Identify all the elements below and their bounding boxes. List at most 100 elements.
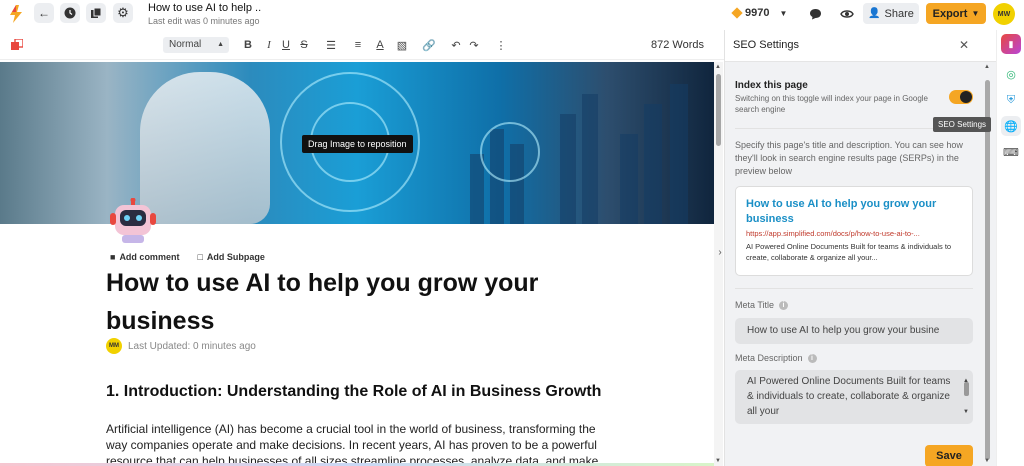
collapse-panel-button[interactable]: › <box>715 240 725 264</box>
meta-title-input[interactable]: How to use AI to help you grow your busi… <box>735 318 973 344</box>
credits-count: 9970 <box>745 7 770 19</box>
seo-instructions: Specify this page's title and descriptio… <box>735 140 963 176</box>
credit-diamond-icon <box>731 7 743 19</box>
more-button[interactable]: ⋮ <box>494 39 508 52</box>
scrollbar-thumb[interactable] <box>716 74 721 146</box>
doc-actions: ■ Add comment □ Add Subpage <box>110 252 265 262</box>
seo-settings-button[interactable]: 🌐 <box>1001 116 1021 136</box>
last-edit-status: Last edit was 0 minutes ago <box>148 16 260 26</box>
add-comment-button[interactable]: ■ Add comment <box>110 252 179 262</box>
preview-button[interactable] <box>838 5 856 23</box>
serp-preview: How to use AI to help you grow your busi… <box>735 186 973 276</box>
history-button[interactable] <box>60 3 80 23</box>
settings-button[interactable]: ⚙ <box>113 3 133 23</box>
shield-icon: ⛨ <box>1006 93 1016 106</box>
drag-image-tooltip: Drag Image to reposition <box>302 135 413 153</box>
link-button[interactable]: 🔗 <box>422 39 436 52</box>
scroll-up-icon[interactable]: ▲ <box>984 64 990 70</box>
highlight-icon: ▧ <box>396 40 408 52</box>
credits-dropdown[interactable]: 9970 ▼ <box>731 7 788 19</box>
user-avatar[interactable]: MW <box>993 3 1015 25</box>
page-title[interactable]: How to use AI to help you grow your busi… <box>106 264 606 340</box>
text-style-select[interactable]: Normal ▲ <box>163 37 229 53</box>
document-editor[interactable]: Drag Image to reposition ■ Add comment □ A… <box>0 62 714 466</box>
clock-icon <box>64 7 76 19</box>
strikethrough-button[interactable]: S <box>297 39 311 51</box>
add-subpage-button[interactable]: □ Add Subpage <box>197 252 264 262</box>
highlight-button[interactable]: ▧ <box>395 39 409 52</box>
divider <box>735 288 973 289</box>
scroll-down-icon[interactable]: ▼ <box>963 405 969 420</box>
text-color-button[interactable]: A <box>373 39 387 51</box>
scroll-up-icon[interactable]: ▲ <box>715 64 721 70</box>
document-title[interactable]: How to use AI to help .. <box>148 2 261 14</box>
duplicate-button[interactable] <box>86 3 106 23</box>
index-page-label: Index this page <box>735 80 808 91</box>
keyboard-icon: ⌨ <box>1003 146 1019 159</box>
chat-bubble-icon <box>809 9 821 20</box>
ai-assistant-button[interactable]: ▮ <box>1001 34 1021 54</box>
index-page-description: Switching on this toggle will index your… <box>735 94 929 114</box>
preview-description: AI Powered Online Documents Built for te… <box>746 242 952 262</box>
toggle-knob <box>960 91 972 103</box>
robot-emoji-icon[interactable] <box>110 198 156 244</box>
index-page-toggle[interactable] <box>949 90 973 104</box>
back-button[interactable]: ← <box>34 3 54 23</box>
format-toolbar: Normal ▲ B I U S ☰ ≡ A ▧ 🔗 ↶ ↷ ⋮ 872 Wor… <box>0 30 724 60</box>
scroll-down-icon[interactable]: ▼ <box>715 458 721 464</box>
top-bar: ← ⚙ How to use AI to help .. Last edit w… <box>0 0 1024 30</box>
list-icon: ☰ <box>326 40 336 52</box>
share-button[interactable]: 👤 Share <box>863 3 919 24</box>
more-vertical-icon: ⋮ <box>495 40 507 52</box>
right-tool-rail: ▮ ◎ ⛨ 🌐 ⌨ <box>996 30 1024 466</box>
textarea-scrollbar[interactable]: ▲ ▼ <box>963 374 970 420</box>
italic-button[interactable]: I <box>262 39 276 51</box>
preview-url: https://app.simplified.com/docs/p/how-to… <box>746 229 920 238</box>
plagiarism-button[interactable]: ⛨ <box>1001 90 1021 110</box>
section-heading[interactable]: 1. Introduction: Understanding the Role … <box>106 382 626 401</box>
add-user-icon: 👤 <box>868 8 881 19</box>
underline-button[interactable]: U <box>279 39 293 51</box>
chat-bubble-icon: ▮ <box>1008 38 1014 49</box>
meta-description-textarea[interactable]: AI Powered Online Documents Built for te… <box>735 370 973 424</box>
seo-settings-panel: › SEO Settings ✕ Index this page Switchi… <box>718 30 997 466</box>
undo-button[interactable]: ↶ <box>449 39 463 52</box>
cover-image[interactable]: Drag Image to reposition <box>0 62 714 224</box>
bold-button[interactable]: B <box>241 39 255 51</box>
align-left-icon: ≡ <box>354 39 362 51</box>
arrow-left-icon: ← <box>38 6 50 20</box>
scrollbar-thumb[interactable] <box>985 80 990 460</box>
info-icon[interactable]: i <box>807 353 817 363</box>
close-icon: ✕ <box>959 38 970 52</box>
simplified-logo-icon[interactable] <box>6 4 26 24</box>
export-button[interactable]: Export ▼ <box>926 3 986 24</box>
text-style-value: Normal <box>169 39 202 50</box>
target-icon: ◎ <box>1006 68 1016 81</box>
scrollbar-thumb[interactable] <box>964 382 969 396</box>
meta-title-label: Meta Title i <box>735 300 789 310</box>
editor-scrollbar[interactable]: ▲ ▼ <box>714 62 723 466</box>
pages-icon[interactable] <box>11 39 23 50</box>
panel-title: SEO Settings <box>733 39 800 51</box>
chevron-down-icon: ▼ <box>971 9 980 18</box>
panel-header: SEO Settings ✕ <box>725 30 997 62</box>
bullet-list-button[interactable]: ☰ <box>324 39 338 52</box>
close-button[interactable]: ✕ <box>959 38 969 52</box>
share-label: Share <box>884 7 914 20</box>
grammar-button[interactable]: ◎ <box>1001 64 1021 84</box>
eye-icon <box>840 10 854 18</box>
comments-button[interactable] <box>806 5 824 23</box>
chevron-right-icon: › <box>718 246 722 258</box>
info-icon[interactable]: i <box>779 300 789 310</box>
updown-arrow-icon: ▲ <box>217 41 224 48</box>
save-button[interactable]: Save <box>925 445 973 466</box>
redo-button[interactable]: ↷ <box>467 39 481 52</box>
scroll-down-icon[interactable]: ▼ <box>984 458 990 464</box>
link-icon: 🔗 <box>422 40 436 52</box>
chevron-down-icon: ▼ <box>779 8 788 18</box>
keyboard-shortcuts-button[interactable]: ⌨ <box>1001 142 1021 162</box>
author-avatar: MM <box>106 338 122 354</box>
last-updated: MM Last Updated: 0 minutes ago <box>106 338 256 354</box>
align-button[interactable]: ≡ <box>351 39 365 51</box>
body-paragraph[interactable]: Artificial intelligence (AI) has become … <box>106 421 606 466</box>
